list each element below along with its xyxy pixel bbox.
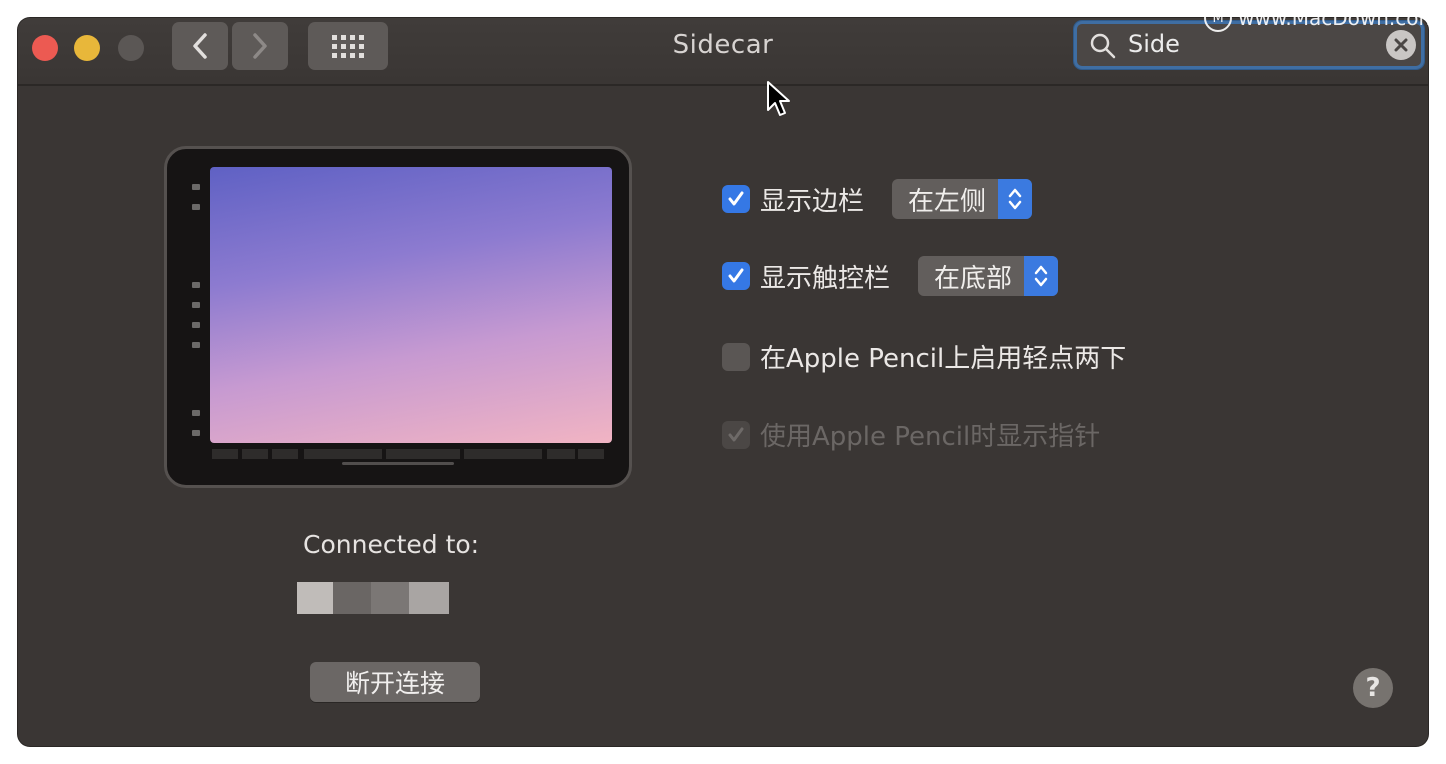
- checkmark-icon: [728, 427, 744, 441]
- touchbar-segment: [464, 449, 542, 459]
- show-touchbar-option: 显示触控栏 在底部: [722, 256, 1059, 296]
- updown-arrows-icon: [998, 179, 1033, 219]
- pencil-double-tap-checkbox[interactable]: [722, 342, 750, 371]
- search-icon: [1090, 33, 1116, 59]
- pencil-double-tap-label: 在Apple Pencil上启用轻点两下: [760, 344, 1127, 374]
- pencil-pointer-label: 使用Apple Pencil时显示指针: [760, 422, 1101, 452]
- sidebar-indicator: [192, 204, 200, 210]
- ipad-screen: [210, 167, 612, 443]
- sidebar-indicator: [192, 322, 200, 328]
- touchbar-segment: [212, 449, 238, 459]
- mouse-cursor-icon: [767, 81, 790, 116]
- watermark-text: www.MacDown.com: [1238, 6, 1438, 30]
- ipad-illustration: [164, 146, 632, 488]
- checkmark-icon: [728, 268, 744, 283]
- search-input[interactable]: Side: [1128, 30, 1180, 58]
- show-sidebar-checkbox[interactable]: [722, 185, 750, 213]
- sidebar-indicator: [192, 184, 200, 190]
- watermark: M www.MacDown.com: [1204, 4, 1438, 32]
- updown-arrows-icon: [1024, 256, 1059, 296]
- touchbar-segment: [272, 449, 298, 459]
- clear-search-button[interactable]: [1386, 30, 1416, 60]
- sidebar-indicator: [192, 302, 200, 308]
- pencil-pointer-option: 使用Apple Pencil时显示指针: [722, 416, 1100, 453]
- home-indicator: [342, 462, 454, 465]
- touchbar-position-value: 在底部: [934, 263, 1013, 294]
- checkmark-icon: [728, 191, 744, 206]
- sidebar-position-value: 在左侧: [908, 186, 987, 217]
- touchbar-segment: [547, 449, 575, 459]
- pencil-double-tap-option: 在Apple Pencil上启用轻点两下: [722, 338, 1126, 375]
- connected-label: Connected to:: [303, 530, 480, 559]
- sidebar-indicator: [192, 342, 200, 348]
- show-sidebar-option: 显示边栏 在左侧: [722, 179, 1033, 219]
- preferences-window: Sidecar Side Connected to: 断开连接 显示边栏 在左侧…: [18, 18, 1428, 746]
- touchbar-segment: [386, 449, 460, 459]
- touchbar-segment: [578, 449, 604, 459]
- sidebar-position-select[interactable]: 在左侧: [892, 179, 1033, 219]
- touchbar-position-select[interactable]: 在底部: [918, 256, 1059, 296]
- sidebar-indicator: [192, 430, 200, 436]
- watermark-logo-icon: M: [1204, 4, 1233, 32]
- close-icon: [1394, 38, 1408, 52]
- sidebar-indicator: [192, 410, 200, 416]
- sidebar-indicator: [192, 282, 200, 288]
- pencil-pointer-checkbox: [722, 420, 750, 449]
- help-button[interactable]: ?: [1353, 668, 1393, 708]
- disconnect-button[interactable]: 断开连接: [310, 662, 480, 702]
- show-touchbar-checkbox[interactable]: [722, 262, 750, 290]
- touchbar-segment: [242, 449, 268, 459]
- show-touchbar-label: 显示触控栏: [760, 263, 891, 294]
- touchbar-segment: [304, 449, 382, 459]
- show-sidebar-label: 显示边栏: [760, 186, 865, 217]
